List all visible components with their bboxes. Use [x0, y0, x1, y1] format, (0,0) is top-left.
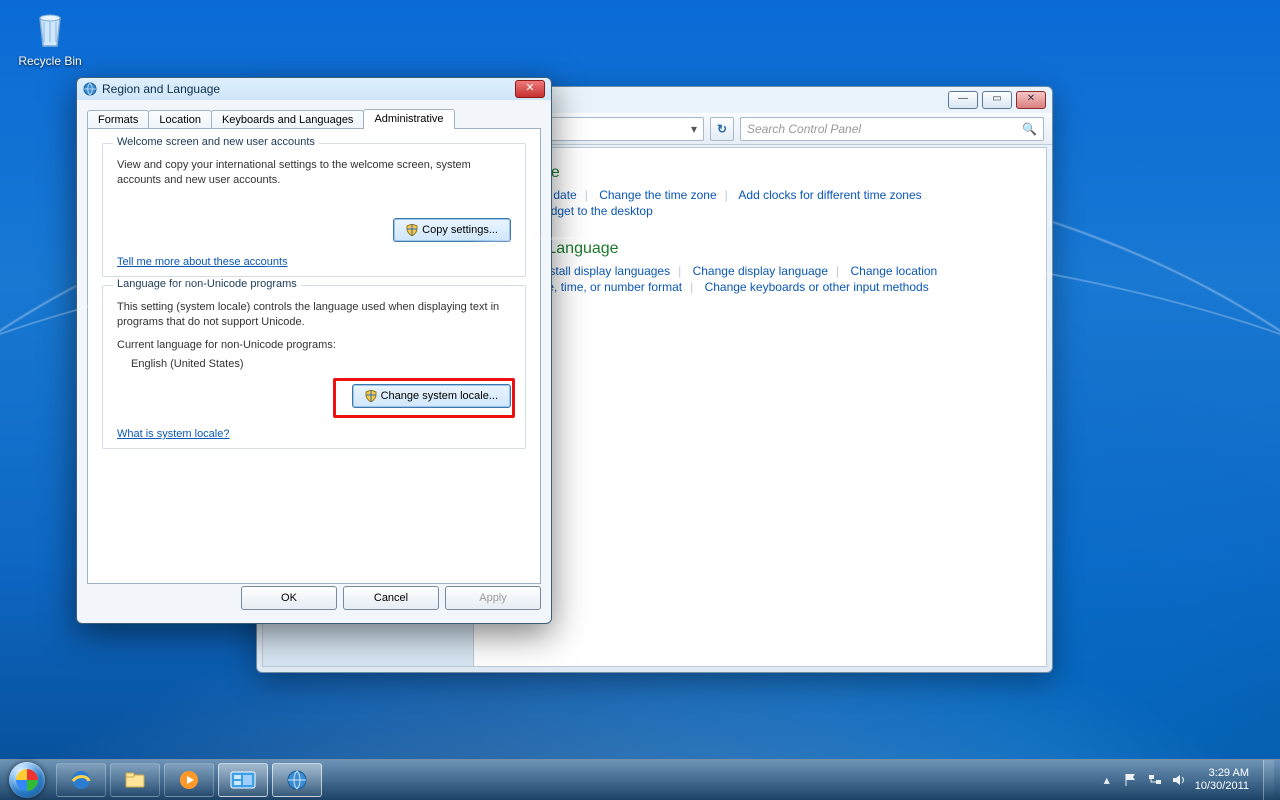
tab-administrative-page: Welcome screen and new user accounts Vie… — [87, 128, 541, 584]
search-icon: 🔍 — [1022, 122, 1037, 136]
link-change-timezone[interactable]: Change the time zone — [599, 188, 716, 202]
tab-location[interactable]: Location — [148, 110, 212, 129]
taskbar-region-language[interactable] — [272, 763, 322, 797]
globe-icon — [83, 82, 97, 96]
group-non-unicode: Language for non-Unicode programs This s… — [102, 285, 526, 449]
tray-overflow-icon[interactable]: ▴ — [1099, 772, 1115, 788]
volume-icon[interactable] — [1171, 772, 1187, 788]
ok-button[interactable]: OK — [241, 586, 337, 610]
group-welcome-screen: Welcome screen and new user accounts Vie… — [102, 143, 526, 277]
current-locale-value: English (United States) — [131, 357, 511, 372]
link-tell-me-more[interactable]: Tell me more about these accounts — [117, 256, 288, 268]
link-change-location[interactable]: Change location — [851, 264, 938, 278]
taskbar-media-player[interactable] — [164, 763, 214, 797]
taskbar: ▴ 3:29 AM 10/30/2011 — [0, 759, 1280, 800]
welcome-desc: View and copy your international setting… — [117, 158, 511, 188]
link-install-display-langs[interactable]: tall or uninstall display languages — [494, 264, 670, 278]
section-region-language-header: on and Language — [494, 240, 1026, 258]
cp-maximize-button[interactable]: ▭ — [982, 91, 1012, 109]
group-welcome-legend: Welcome screen and new user accounts — [113, 136, 319, 148]
chevron-down-icon[interactable]: ▾ — [691, 122, 697, 136]
taskbar-ie[interactable] — [56, 763, 106, 797]
taskbar-clock[interactable]: 3:29 AM 10/30/2011 — [1195, 767, 1249, 792]
cp-minimize-button[interactable]: — — [948, 91, 978, 109]
tab-administrative[interactable]: Administrative — [363, 109, 454, 129]
flag-icon[interactable] — [1123, 772, 1139, 788]
taskbar-control-panel[interactable] — [218, 763, 268, 797]
region-language-dialog: Region and Language ✕ Formats Location K… — [76, 77, 552, 624]
cp-close-button[interactable]: ✕ — [1016, 91, 1046, 109]
section-date-time-header: and Time — [494, 164, 1026, 182]
network-icon[interactable] — [1147, 772, 1163, 788]
link-change-display-lang[interactable]: Change display language — [693, 264, 828, 278]
recycle-bin-icon — [26, 4, 74, 52]
non-unicode-desc: This setting (system locale) controls th… — [117, 300, 511, 330]
refresh-button[interactable]: ↻ — [710, 117, 734, 141]
shield-icon — [406, 224, 418, 236]
group-non-unicode-legend: Language for non-Unicode programs — [113, 278, 301, 290]
copy-settings-button[interactable]: Copy settings... — [393, 218, 511, 242]
dialog-tabs: Formats Location Keyboards and Languages… — [87, 106, 541, 128]
change-system-locale-button[interactable]: Change system locale... — [352, 384, 511, 408]
cancel-button[interactable]: Cancel — [343, 586, 439, 610]
change-locale-label: Change system locale... — [381, 390, 498, 402]
tab-formats[interactable]: Formats — [87, 110, 149, 129]
show-desktop-button[interactable] — [1263, 760, 1274, 800]
desktop: Recycle Bin — ▭ ✕ , and Region ▾ ↻ Searc… — [0, 0, 1280, 800]
apply-button[interactable]: Apply — [445, 586, 541, 610]
start-button[interactable] — [0, 760, 54, 800]
dialog-footer: OK Cancel Apply — [87, 583, 541, 613]
dialog-close-button[interactable]: ✕ — [515, 80, 545, 98]
dialog-title: Region and Language — [102, 82, 220, 96]
windows-orb-icon — [9, 762, 45, 798]
link-change-keyboards[interactable]: Change keyboards or other input methods — [705, 280, 929, 294]
dialog-titlebar[interactable]: Region and Language ✕ — [77, 78, 551, 100]
clock-date: 10/30/2011 — [1195, 780, 1249, 793]
link-add-clocks[interactable]: Add clocks for different time zones — [738, 188, 921, 202]
copy-settings-label: Copy settings... — [422, 224, 498, 236]
tab-keyboards[interactable]: Keyboards and Languages — [211, 110, 365, 129]
link-what-is-locale[interactable]: What is system locale? — [117, 428, 229, 440]
recycle-bin-label: Recycle Bin — [12, 54, 88, 68]
taskbar-explorer[interactable] — [110, 763, 160, 797]
cp-search-field[interactable]: Search Control Panel 🔍 — [740, 117, 1044, 141]
cp-main: and Time e time and date| Change the tim… — [474, 148, 1046, 666]
tutorial-highlight — [333, 378, 515, 418]
desktop-icon-recycle-bin[interactable]: Recycle Bin — [12, 4, 88, 68]
shield-icon — [365, 390, 377, 402]
current-locale-label: Current language for non-Unicode program… — [117, 338, 511, 353]
system-tray: ▴ 3:29 AM 10/30/2011 — [1099, 760, 1274, 800]
clock-time: 3:29 AM — [1195, 767, 1249, 780]
search-placeholder: Search Control Panel — [747, 122, 861, 136]
link-change-format[interactable]: ge the date, time, or number format — [494, 280, 682, 294]
